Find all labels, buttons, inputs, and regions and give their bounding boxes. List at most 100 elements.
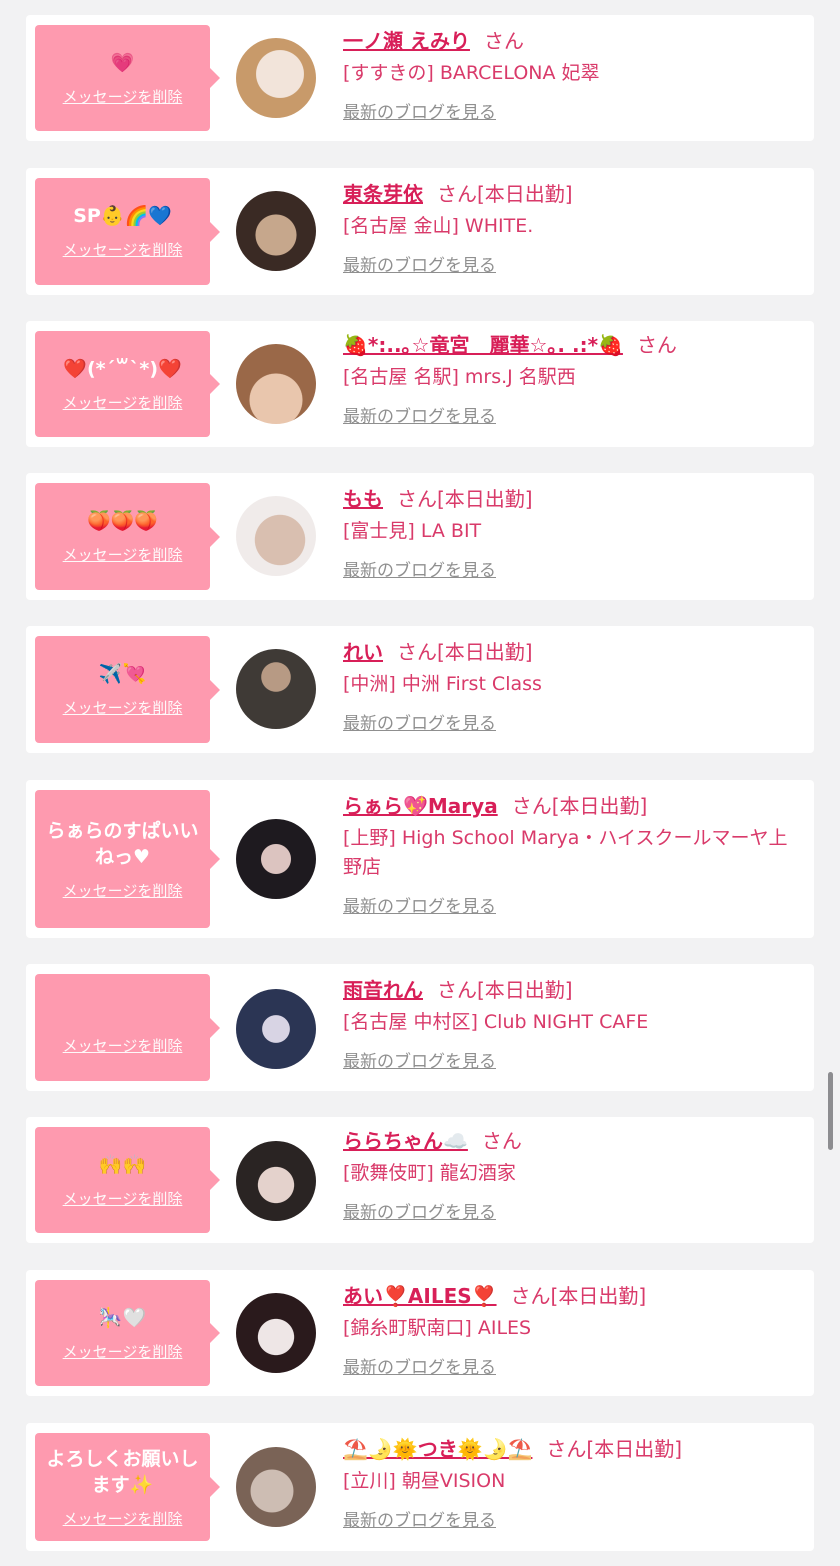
cast-name-link[interactable]: 🍓*:..｡☆竜宮 麗華☆｡. .:*🍓	[343, 333, 623, 357]
scrollbar[interactable]	[828, 1072, 833, 1150]
latest-blog-link[interactable]: 最新のブログを見る	[343, 402, 496, 427]
delete-message-link[interactable]: メッセージを削除	[63, 697, 183, 718]
list-item: SP👶🌈💙 メッセージを削除 東条芽依 さん[本日出勤] [名古屋 金山] WHI…	[26, 168, 814, 295]
cast-name-link[interactable]: れい	[343, 640, 383, 664]
name-line: 東条芽依 さん[本日出勤]	[343, 180, 794, 208]
message-text: 💗	[110, 51, 135, 74]
name-line: あい❣️AILES❣️ さん[本日出勤]	[343, 1282, 794, 1310]
name-line: れい さん[本日出勤]	[343, 638, 794, 666]
attendance-status: [本日出勤]	[477, 182, 573, 206]
cast-info: 🍓*:..｡☆竜宮 麗華☆｡. .:*🍓 さん [名古屋 名駅] mrs.J 名駅…	[343, 331, 794, 427]
latest-blog-link[interactable]: 最新のブログを見る	[343, 1047, 496, 1072]
list-item: 🙌🙌 メッセージを削除 ららちゃん☁️ さん [歌舞伎町] 龍幻酒家 最新のブログ…	[26, 1117, 814, 1243]
latest-blog-link[interactable]: 最新のブログを見る	[343, 709, 496, 734]
cast-name-link[interactable]: 一ノ瀬 えみり	[343, 29, 470, 53]
honorific: さん	[483, 29, 524, 53]
avatar[interactable]	[236, 819, 316, 899]
avatar[interactable]	[236, 989, 316, 1069]
cast-name-link[interactable]: もも	[343, 487, 383, 511]
list-item: 💗 メッセージを削除 一ノ瀬 えみり さん [すすきの] BARCELONA 妃翠…	[26, 15, 814, 141]
latest-blog-link[interactable]: 最新のブログを見る	[343, 556, 496, 581]
list-item: 🍑🍑🍑 メッセージを削除 もも さん[本日出勤] [富士見] LA BIT 最新の…	[26, 473, 814, 600]
delete-message-link[interactable]: メッセージを削除	[63, 239, 183, 260]
shop-name: [歌舞伎町] 龍幻酒家	[343, 1162, 516, 1184]
attendance-status: [本日出勤]	[437, 487, 533, 511]
avatar[interactable]	[236, 496, 316, 576]
honorific: さん	[481, 1129, 522, 1153]
cast-info: 一ノ瀬 えみり さん [すすきの] BARCELONA 妃翠 最新のブログを見る	[343, 27, 794, 123]
shop-name: [名古屋 名駅] mrs.J 名駅西	[343, 366, 576, 388]
cast-name-link[interactable]: 東条芽依	[343, 182, 423, 206]
message-text: ✈️💘	[98, 663, 147, 685]
list-item: よろしくお願いします✨ メッセージを削除 ⛱️🌛🌞つき🌞🌛⛱️ さん[本日出勤] …	[26, 1423, 814, 1551]
delete-message-link[interactable]: メッセージを削除	[63, 1188, 183, 1209]
honorific: さん	[511, 794, 552, 818]
delete-message-link[interactable]: メッセージを削除	[63, 1508, 183, 1529]
attendance-status: [本日出勤]	[551, 794, 648, 818]
message-bubble: 🍑🍑🍑 メッセージを削除	[35, 483, 220, 590]
cast-info: もも さん[本日出勤] [富士見] LA BIT 最新のブログを見る	[343, 485, 794, 581]
delete-message-link[interactable]: メッセージを削除	[63, 1035, 183, 1056]
cast-info: ららちゃん☁️ さん [歌舞伎町] 龍幻酒家 最新のブログを見る	[343, 1127, 794, 1223]
message-text: 🙌🙌	[98, 1153, 147, 1176]
message-text: よろしくお願いします✨	[46, 1447, 199, 1496]
honorific: さん	[546, 1437, 587, 1461]
message-bubble: 🙌🙌 メッセージを削除	[35, 1127, 220, 1233]
message-bubble: 🎠🤍 メッセージを削除	[35, 1280, 220, 1386]
avatar[interactable]	[236, 1293, 316, 1373]
latest-blog-link[interactable]: 最新のブログを見る	[343, 1353, 496, 1378]
name-line: らぁら💖Marya さん[本日出勤]	[343, 792, 794, 820]
attendance-status: [本日出勤]	[477, 978, 573, 1002]
latest-blog-link[interactable]: 最新のブログを見る	[343, 1506, 496, 1531]
avatar[interactable]	[236, 1447, 316, 1527]
cast-name-link[interactable]: 雨音れん	[343, 978, 423, 1002]
honorific: さん	[437, 182, 477, 206]
delete-message-link[interactable]: メッセージを削除	[63, 880, 183, 901]
avatar[interactable]	[236, 38, 316, 118]
honorific: さん	[397, 640, 437, 664]
message-text: ❤️(*´꒳`*)❤️	[63, 357, 182, 380]
avatar[interactable]	[236, 1141, 316, 1221]
attendance-status: [本日出勤]	[437, 640, 533, 664]
delete-message-link[interactable]: メッセージを削除	[63, 544, 183, 565]
attendance-status: [本日出勤]	[550, 1284, 647, 1308]
delete-message-link[interactable]: メッセージを削除	[63, 1341, 183, 1362]
honorific: さん	[437, 978, 477, 1002]
shop-name: [立川] 朝昼VISION	[343, 1470, 506, 1492]
name-line: 一ノ瀬 えみり さん	[343, 27, 794, 55]
message-bubble: ❤️(*´꒳`*)❤️ メッセージを削除	[35, 331, 220, 437]
name-line: 🍓*:..｡☆竜宮 麗華☆｡. .:*🍓 さん	[343, 331, 794, 359]
avatar[interactable]	[236, 344, 316, 424]
latest-blog-link[interactable]: 最新のブログを見る	[343, 1198, 496, 1223]
list-item: 🎠🤍 メッセージを削除 あい❣️AILES❣️ さん[本日出勤] [錦糸町駅南口]…	[26, 1270, 814, 1396]
message-text: 🎠🤍	[98, 1306, 147, 1329]
name-line: ららちゃん☁️ さん	[343, 1127, 794, 1155]
message-bubble: よろしくお願いします✨ メッセージを削除	[35, 1433, 220, 1541]
cast-info: 東条芽依 さん[本日出勤] [名古屋 金山] WHITE. 最新のブログを見る	[343, 180, 794, 276]
message-text: SP👶🌈💙	[73, 205, 172, 227]
cast-name-link[interactable]: あい❣️AILES❣️	[343, 1284, 497, 1308]
cast-info: れい さん[本日出勤] [中洲] 中洲 First Class 最新のブログを見る	[343, 638, 794, 734]
avatar[interactable]	[236, 191, 316, 271]
name-line: ⛱️🌛🌞つき🌞🌛⛱️ さん[本日出勤]	[343, 1435, 794, 1463]
message-bubble: SP👶🌈💙 メッセージを削除	[35, 178, 220, 285]
cast-name-link[interactable]: ららちゃん☁️	[343, 1129, 468, 1153]
latest-blog-link[interactable]: 最新のブログを見る	[343, 98, 496, 123]
cast-info: 雨音れん さん[本日出勤] [名古屋 中村区] Club NIGHT CAFE 最…	[343, 976, 794, 1072]
shop-name: [富士見] LA BIT	[343, 520, 482, 542]
latest-blog-link[interactable]: 最新のブログを見る	[343, 892, 496, 917]
avatar[interactable]	[236, 649, 316, 729]
cast-name-link[interactable]: ⛱️🌛🌞つき🌞🌛⛱️	[343, 1437, 532, 1461]
list-item: らぁらのすぱいいねっ♥ メッセージを削除 らぁら💖Marya さん[本日出勤] […	[26, 780, 814, 938]
attendance-status: [本日出勤]	[586, 1437, 683, 1461]
shop-name: [すすきの] BARCELONA 妃翠	[343, 62, 600, 84]
delete-message-link[interactable]: メッセージを削除	[63, 392, 183, 413]
shop-name: [錦糸町駅南口] AILES	[343, 1317, 532, 1339]
cast-name-link[interactable]: らぁら💖Marya	[343, 794, 498, 818]
latest-blog-link[interactable]: 最新のブログを見る	[343, 251, 496, 276]
honorific: さん	[636, 333, 677, 357]
honorific: さん	[397, 487, 437, 511]
message-bubble: らぁらのすぱいいねっ♥ メッセージを削除	[35, 790, 220, 928]
cast-info: ⛱️🌛🌞つき🌞🌛⛱️ さん[本日出勤] [立川] 朝昼VISION 最新のブログを…	[343, 1435, 794, 1531]
delete-message-link[interactable]: メッセージを削除	[63, 86, 183, 107]
